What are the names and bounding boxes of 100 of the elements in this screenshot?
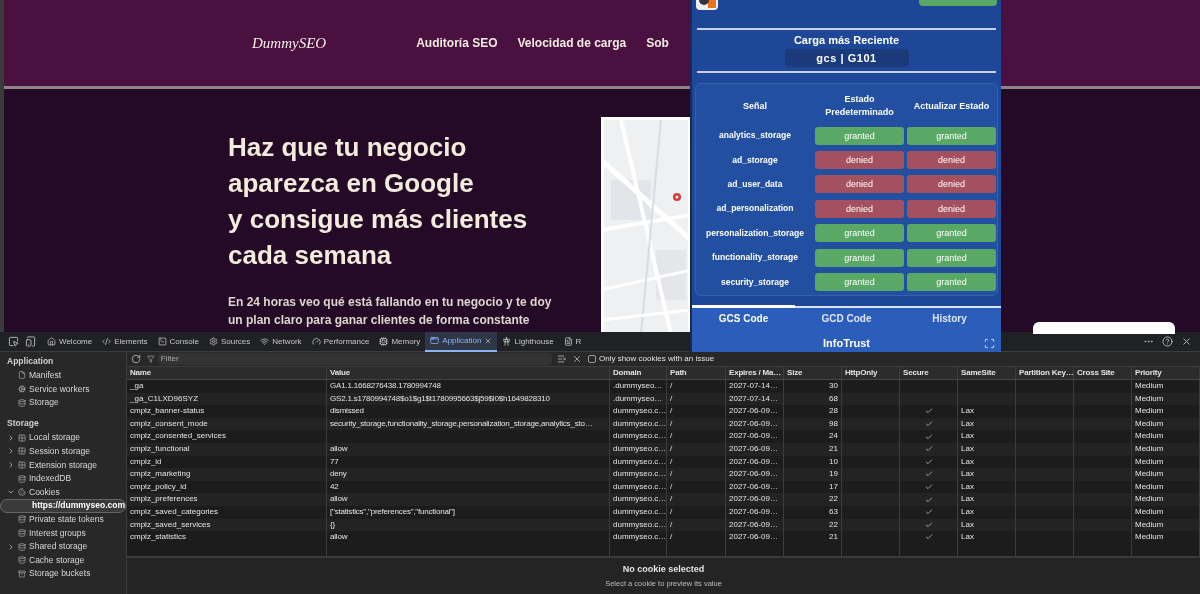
filter-field[interactable]: Filter xyxy=(157,353,552,365)
devtools-tab[interactable]: Sources xyxy=(203,331,256,352)
signal-name: ad_personalization xyxy=(715,202,795,216)
table-cell: 24 xyxy=(784,430,842,443)
devtools-tab[interactable]: Lighthouse xyxy=(497,331,559,352)
sidebar-item[interactable]: Local storage xyxy=(0,430,126,445)
archive-icon xyxy=(18,569,26,578)
gear-icon xyxy=(208,337,218,346)
column-header[interactable]: Domain xyxy=(610,367,667,379)
file-icon xyxy=(18,371,26,380)
status-cell: granted xyxy=(815,272,904,291)
column-header[interactable]: Partition Key… xyxy=(1016,367,1074,379)
checkbox-label[interactable]: Only show cookies with an issue xyxy=(599,353,715,365)
table-cell: / xyxy=(667,493,726,506)
status-cell: granted xyxy=(907,248,996,267)
devtools-tab[interactable]: Network xyxy=(255,331,307,352)
section-title: Carga más Reciente xyxy=(792,32,901,48)
column-header[interactable]: Name xyxy=(127,367,327,379)
table-cell: 30 xyxy=(784,380,842,393)
sidebar-item[interactable]: Service workers xyxy=(0,382,126,396)
table-cell: 2027-06-09… xyxy=(726,442,784,456)
popup-tab[interactable]: GCD Code xyxy=(795,308,898,329)
column-header: Actualizar Estado xyxy=(912,99,991,113)
sidebar-item[interactable]: Storage xyxy=(0,395,126,410)
table-cell: 21 xyxy=(784,442,842,456)
column-header[interactable]: Secure xyxy=(900,367,958,379)
column-header[interactable]: Path xyxy=(667,367,726,379)
inspect-icon[interactable] xyxy=(8,336,19,347)
popup-tab[interactable]: GCS Code xyxy=(692,305,795,329)
table-cell: Lax xyxy=(961,506,974,516)
database-icon xyxy=(18,542,26,551)
table-cell: Medium xyxy=(1132,531,1200,544)
table-cell: Lax xyxy=(961,418,974,428)
table-cell: allow xyxy=(327,531,610,544)
terminal-icon xyxy=(157,337,167,346)
headline: Haz que tu negocio xyxy=(228,131,468,164)
logo-icon xyxy=(696,0,718,10)
devtools-tab[interactable]: Performance xyxy=(306,331,375,352)
column-header[interactable]: HttpOnly xyxy=(842,367,900,379)
devtools-tab[interactable]: Welcome xyxy=(42,331,98,352)
headline: aparezca en Google xyxy=(228,167,475,200)
clear-list-icon[interactable] xyxy=(557,354,567,364)
sidebar-item[interactable]: Private state tokens xyxy=(0,512,126,527)
sidebar-heading: Storage xyxy=(6,417,40,431)
sidebar-item[interactable]: Session storage xyxy=(0,444,126,459)
devtools-tab[interactable]: Elements xyxy=(97,331,153,352)
table-cell: cmplz_saved_categories xyxy=(127,505,327,519)
column-header[interactable]: Size xyxy=(784,367,842,379)
sidebar-item[interactable]: Manifest xyxy=(0,368,126,383)
refresh-icon[interactable] xyxy=(131,354,141,364)
devtools-tab[interactable]: Memory xyxy=(374,331,426,352)
devtools-tab[interactable]: R xyxy=(558,331,587,352)
table-cell: Medium xyxy=(1132,493,1200,506)
devtools-tab[interactable]: Console xyxy=(152,331,204,352)
chip-icon xyxy=(379,337,389,346)
column-header[interactable]: Value xyxy=(327,367,610,379)
sidebar-item[interactable]: Shared storage xyxy=(0,539,126,554)
nav-link[interactable]: Sob xyxy=(646,34,669,52)
table-cell: cmplz_marketing xyxy=(127,468,327,481)
sidebar-item[interactable]: IndexedDB xyxy=(0,471,126,486)
clear-icon[interactable] xyxy=(572,354,582,364)
status-cell: granted xyxy=(815,248,904,267)
sidebar-item[interactable]: Cookies xyxy=(0,485,126,499)
issue-checkbox[interactable] xyxy=(588,355,596,363)
table-cell: Lax xyxy=(961,456,974,466)
column-header[interactable]: Priority xyxy=(1132,367,1200,379)
sidebar-item[interactable]: Cache storage xyxy=(0,553,126,567)
headline: cada semana xyxy=(228,239,393,272)
database-icon xyxy=(18,556,26,565)
site-logo[interactable]: DummySEO xyxy=(252,31,327,55)
status-cell: denied xyxy=(815,151,904,169)
database-icon xyxy=(18,528,26,537)
nav-link[interactable]: Velocidad de carga xyxy=(517,34,627,52)
resize-icon[interactable] xyxy=(984,338,995,350)
column-header[interactable]: SameSite xyxy=(958,367,1016,379)
devtools-tab[interactable]: Application xyxy=(425,331,498,352)
device-icon[interactable] xyxy=(25,336,36,347)
table-cell: dummyseo.c… xyxy=(610,430,667,443)
column-header[interactable]: Expires / Ma… xyxy=(726,367,784,379)
status-cell: granted xyxy=(907,272,996,291)
help-icon[interactable] xyxy=(1162,336,1173,347)
sidebar-item[interactable]: Extension storage xyxy=(0,458,126,472)
popup-tab[interactable]: History xyxy=(898,308,1001,329)
table-cell: _ga xyxy=(127,380,327,393)
sidebar-item[interactable]: Interest groups xyxy=(0,526,126,540)
latest-load: gcs | G101 xyxy=(784,49,909,68)
sidebar-item[interactable]: Storage buckets xyxy=(0,566,126,581)
column-header[interactable]: Cross Site xyxy=(1074,367,1132,379)
wifi-icon xyxy=(260,337,270,346)
footer-brand: InfoTrust xyxy=(822,336,871,352)
nav-link[interactable]: Auditoría SEO xyxy=(416,34,498,52)
preview-title: No cookie selected xyxy=(622,562,705,576)
table-cell: 2027-06-09… xyxy=(726,531,784,544)
status-cell: denied xyxy=(907,175,996,194)
table-cell: Lax xyxy=(961,519,974,529)
close-icon[interactable] xyxy=(1181,336,1192,347)
close-tab-icon[interactable] xyxy=(484,336,493,345)
sidebar-item[interactable]: https://dummyseo.com xyxy=(0,498,126,513)
table-cell: / xyxy=(667,505,726,519)
signal-name: ad_storage xyxy=(731,153,779,167)
